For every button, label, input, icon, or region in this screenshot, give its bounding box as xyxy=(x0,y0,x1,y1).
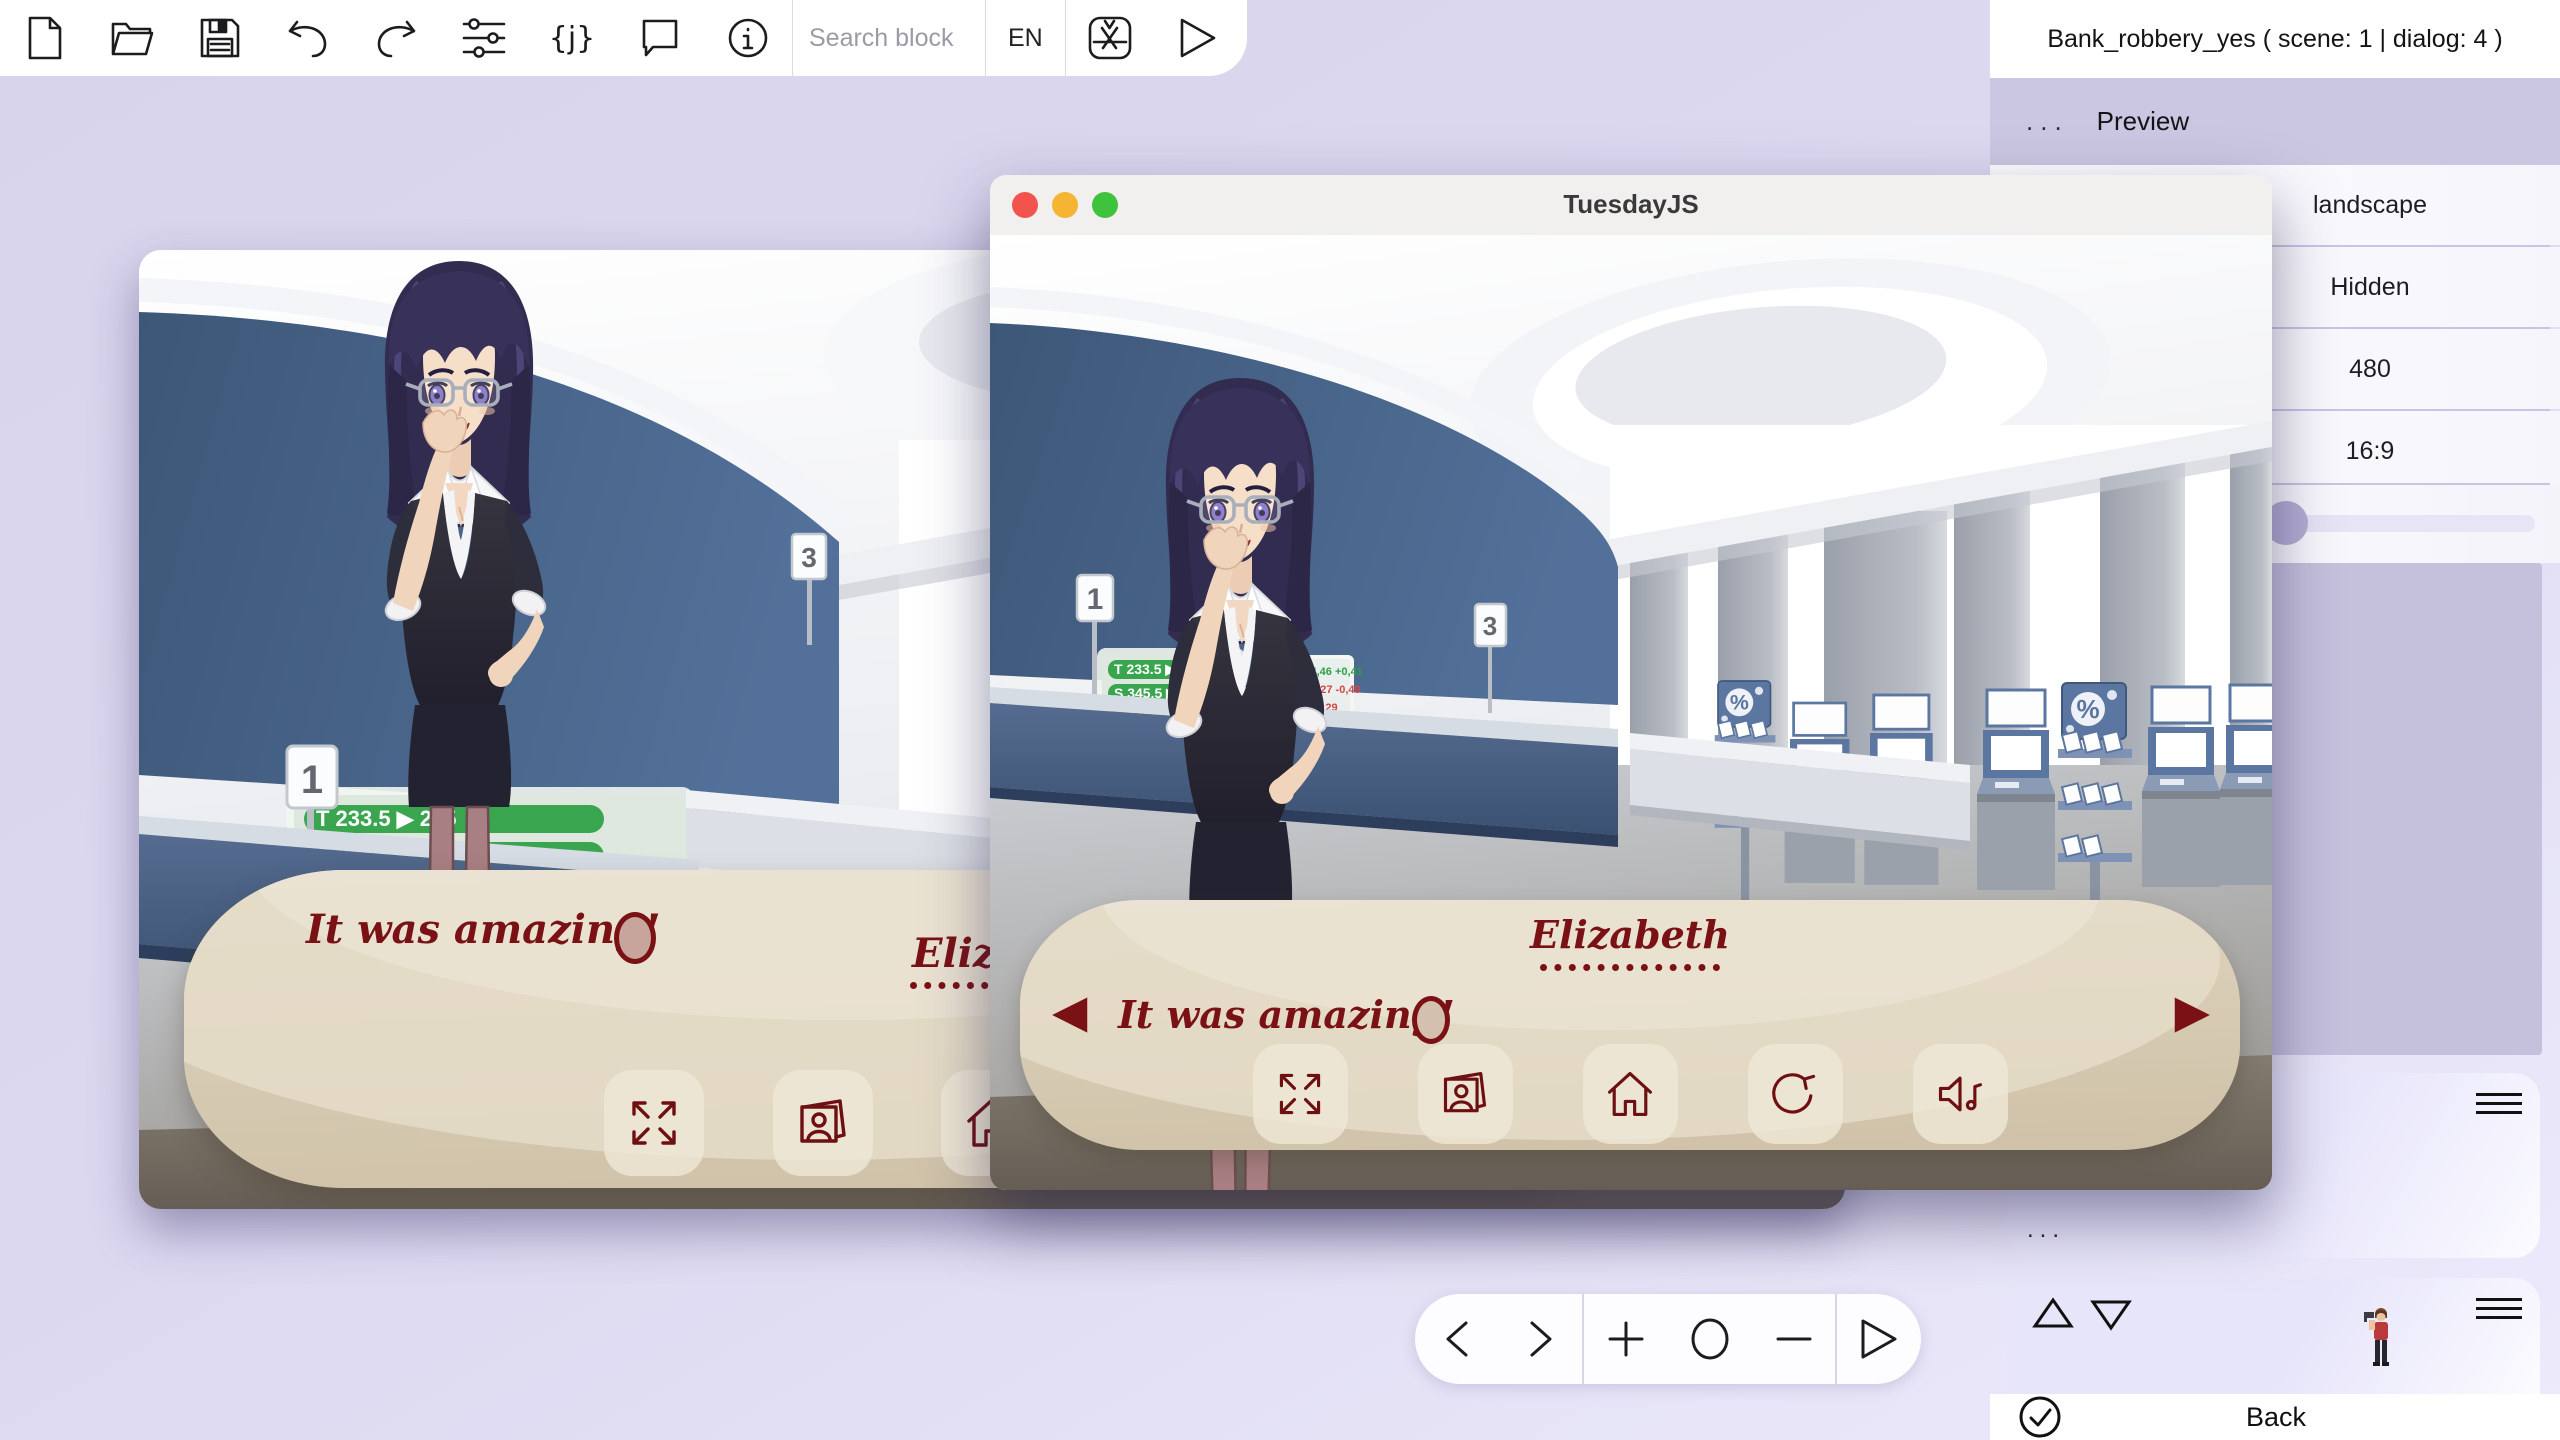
replay-button[interactable] xyxy=(1747,1044,1843,1144)
choice-option[interactable]: It was amazing! xyxy=(1118,992,1455,1037)
record-circle-button[interactable] xyxy=(1668,1294,1752,1384)
language-button[interactable]: EN xyxy=(1002,23,1049,54)
home-button[interactable] xyxy=(1582,1044,1678,1144)
choice-marker-icon[interactable] xyxy=(614,912,656,964)
armed-man-sprite[interactable] xyxy=(2363,1306,2397,1376)
prop-aspect-value: 16:9 xyxy=(2345,436,2395,465)
preview-window-front[interactable]: TuesdayJS T 233.5 ▶ 265 S 345.5 ▶ 353 84… xyxy=(990,175,2272,1190)
new-file-button[interactable] xyxy=(21,15,67,61)
settings-sliders-button[interactable] xyxy=(461,15,507,61)
app-stage: % xyxy=(0,0,2560,1440)
add-button[interactable] xyxy=(1584,1294,1668,1384)
toolbar-divider xyxy=(792,0,793,76)
scene-title: Bank_robbery_yes ( scene: 1 | dialog: 4 … xyxy=(2047,24,2503,53)
check-circle-icon[interactable] xyxy=(2018,1395,2062,1439)
queue-sign-3: 3 xyxy=(1483,611,1497,641)
reorder-triangles xyxy=(2032,1297,2132,1331)
json-code-label: {j} xyxy=(548,20,596,56)
preview-menu-icon[interactable]: ... xyxy=(2026,106,2069,137)
queue-sign-1: 1 xyxy=(301,758,323,802)
gallery-button[interactable] xyxy=(773,1070,873,1176)
open-folder-button[interactable] xyxy=(109,15,155,61)
choice-marker-icon[interactable] xyxy=(1412,996,1450,1044)
triangle-up-icon[interactable] xyxy=(2032,1297,2074,1328)
slider-track[interactable] xyxy=(2285,515,2535,532)
back-button[interactable]: Back xyxy=(2062,1402,2490,1433)
gallery-button[interactable] xyxy=(1417,1044,1513,1144)
volume-button[interactable] xyxy=(1912,1044,2008,1144)
preview-row[interactable]: ... Preview xyxy=(1990,78,2560,165)
dialog-menu-row xyxy=(1020,1044,2240,1144)
comment-button[interactable] xyxy=(637,15,683,61)
redo-button[interactable] xyxy=(373,15,419,61)
remove-button[interactable] xyxy=(1752,1294,1836,1384)
next-dialog-arrow[interactable]: ▶ xyxy=(2175,988,2210,1034)
window-titlebar[interactable]: TuesdayJS xyxy=(990,175,2272,236)
window-title: TuesdayJS xyxy=(1563,189,1699,219)
run-play-button[interactable] xyxy=(1175,15,1221,61)
prev-dialog-arrow[interactable]: ◀ xyxy=(1052,988,1087,1034)
fullscreen-button[interactable] xyxy=(1252,1044,1348,1144)
vn-dialog-box: Elizabeth ◀ It was amazing! ▶ xyxy=(1020,900,2240,1150)
player-controls xyxy=(1415,1294,1921,1384)
fullscreen-button[interactable] xyxy=(604,1070,704,1176)
prop-height-value: 480 xyxy=(2349,354,2391,383)
prop-orientation-value: landscape xyxy=(2313,190,2427,219)
toolbar-divider xyxy=(1064,0,1066,76)
queue-sign-3: 3 xyxy=(801,542,817,573)
character-card[interactable] xyxy=(2007,1278,2540,1394)
prop-visibility-value: Hidden xyxy=(2330,272,2410,301)
scene-title-row: Bank_robbery_yes ( scene: 1 | dialog: 4 … xyxy=(1990,0,2560,78)
undo-button[interactable] xyxy=(285,15,331,61)
name-underline xyxy=(1540,920,1720,971)
choice-option[interactable]: It was amazing! xyxy=(306,906,661,953)
vn-scene-front: T 233.5 ▶ 265 S 345.5 ▶ 353 A 545.5 ◀ 52… xyxy=(990,235,2272,1190)
back-row[interactable]: Back xyxy=(1990,1394,2560,1440)
menu-icon[interactable] xyxy=(2476,1087,2522,1121)
card-menu-icon[interactable]: ... xyxy=(2027,1216,2065,1244)
language-label: EN xyxy=(1008,23,1043,52)
json-code-button[interactable]: {j} xyxy=(548,15,596,61)
main-toolbar: {j} EN xyxy=(0,0,1247,76)
app-store-button[interactable] xyxy=(1087,15,1133,61)
next-button[interactable] xyxy=(1499,1294,1583,1384)
search-input[interactable] xyxy=(807,22,971,54)
triangle-down-icon[interactable] xyxy=(2090,1300,2132,1331)
preview-label: Preview xyxy=(2096,106,2190,136)
play-button[interactable] xyxy=(1837,1294,1921,1384)
toolbar-divider xyxy=(985,0,986,76)
queue-sign-1: 1 xyxy=(1087,583,1104,616)
info-button[interactable] xyxy=(725,15,771,61)
menu-icon[interactable] xyxy=(2476,1292,2522,1326)
previous-button[interactable] xyxy=(1415,1294,1499,1384)
save-button[interactable] xyxy=(197,15,243,61)
